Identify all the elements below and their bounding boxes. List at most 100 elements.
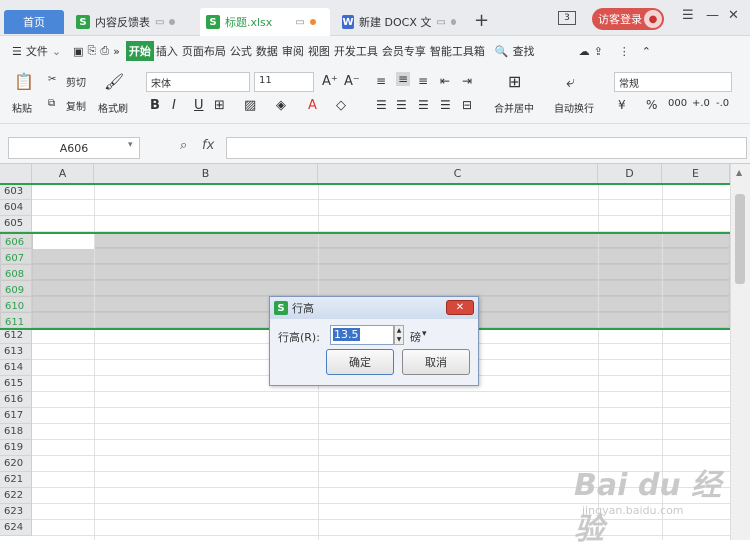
row-header[interactable]: 612 bbox=[0, 328, 32, 344]
row-header[interactable]: 608 bbox=[0, 264, 32, 280]
row-header[interactable]: 624 bbox=[0, 520, 32, 536]
paste-button[interactable]: 粘贴 bbox=[12, 100, 32, 115]
row-header[interactable]: 622 bbox=[0, 488, 32, 504]
menu-smart-tools[interactable]: 智能工具箱 bbox=[428, 43, 487, 59]
table-row[interactable] bbox=[32, 216, 730, 232]
currency-icon[interactable]: ¥ bbox=[618, 98, 626, 112]
font-size-select[interactable]: 11 bbox=[254, 72, 314, 92]
col-header-d[interactable]: D bbox=[598, 164, 662, 184]
row-header[interactable]: 603 bbox=[0, 184, 32, 200]
font-family-select[interactable]: 宋体 bbox=[146, 72, 250, 92]
menu-icon[interactable]: ☰ bbox=[682, 8, 694, 23]
clear-icon[interactable]: ◇ bbox=[336, 98, 346, 113]
menu-view[interactable]: 视图 bbox=[306, 43, 332, 59]
row-header[interactable]: 623 bbox=[0, 504, 32, 520]
copy-button[interactable]: 复制 bbox=[66, 98, 86, 113]
menu-insert[interactable]: 插入 bbox=[154, 43, 180, 59]
table-row[interactable] bbox=[32, 200, 730, 216]
row-height-spinner[interactable]: ▲ ▼ bbox=[394, 325, 404, 345]
decrease-font-icon[interactable]: A⁻ bbox=[344, 74, 360, 89]
cell-style-icon[interactable]: ▨ bbox=[244, 98, 256, 113]
menu-formula[interactable]: 公式 bbox=[228, 43, 254, 59]
table-row[interactable] bbox=[32, 392, 730, 408]
align-top-icon[interactable]: ≡ bbox=[376, 74, 386, 88]
underline-icon[interactable]: U bbox=[194, 98, 204, 113]
menu-page-layout[interactable]: 页面布局 bbox=[180, 43, 228, 59]
table-row[interactable] bbox=[32, 408, 730, 424]
chevron-down-icon[interactable]: ⌄ bbox=[50, 45, 63, 58]
menu-data[interactable]: 数据 bbox=[254, 43, 280, 59]
indent-decrease-icon[interactable]: ⇤ bbox=[440, 74, 450, 88]
paste-icon[interactable]: 📋 bbox=[14, 72, 34, 91]
col-header-a[interactable]: A bbox=[32, 164, 94, 184]
row-header[interactable]: 614 bbox=[0, 360, 32, 376]
cloud-icon[interactable]: ☁ bbox=[577, 45, 592, 58]
align-center-icon[interactable]: ☰ bbox=[396, 98, 407, 112]
unit-select[interactable]: 磅 bbox=[410, 329, 421, 345]
copy-icon[interactable]: ⧉ bbox=[48, 98, 55, 109]
row-header[interactable]: 620 bbox=[0, 456, 32, 472]
tab-new-docx[interactable]: W 新建 DOCX 文 ▭ bbox=[336, 8, 462, 36]
tab-content-feedback[interactable]: S 内容反馈表 ▭ bbox=[70, 8, 194, 36]
align-left-icon[interactable]: ☰ bbox=[376, 98, 387, 112]
font-color-icon[interactable]: A bbox=[308, 98, 317, 113]
row-header[interactable]: 606 bbox=[0, 232, 32, 248]
scroll-thumb[interactable] bbox=[735, 194, 745, 284]
distribute-icon[interactable]: ⊟ bbox=[462, 98, 472, 112]
row-height-input[interactable]: 13.5 bbox=[330, 325, 394, 345]
row-header[interactable]: 611 bbox=[0, 312, 32, 328]
menu-icon[interactable]: ☰ bbox=[10, 45, 24, 58]
menu-member[interactable]: 会员专享 bbox=[380, 43, 428, 59]
wrap-text-button[interactable]: 自动换行 bbox=[554, 100, 594, 115]
row-header[interactable]: 617 bbox=[0, 408, 32, 424]
menu-review[interactable]: 审阅 bbox=[280, 43, 306, 59]
row-header[interactable]: 604 bbox=[0, 200, 32, 216]
more-vertical-icon[interactable]: ⋮ bbox=[617, 45, 632, 58]
col-header-b[interactable]: B bbox=[94, 164, 318, 184]
search-icon[interactable]: 🔍 bbox=[493, 45, 511, 58]
name-box[interactable]: A606 bbox=[8, 137, 140, 159]
increase-decimal-icon[interactable]: +.0 bbox=[692, 98, 710, 109]
border-icon[interactable]: ⊞ bbox=[214, 98, 225, 113]
chevron-down-icon[interactable]: ▾ bbox=[422, 329, 427, 339]
row-header[interactable]: 605 bbox=[0, 216, 32, 232]
format-painter-icon[interactable]: 🖌 bbox=[104, 72, 124, 91]
align-bottom-icon[interactable]: ≡ bbox=[418, 74, 428, 88]
menu-home[interactable]: 开始 bbox=[125, 41, 154, 61]
tab-home[interactable]: 首页 bbox=[4, 10, 64, 34]
visitor-login-button[interactable]: 访客登录 ● bbox=[592, 8, 664, 30]
increase-font-icon[interactable]: A⁺ bbox=[322, 74, 338, 89]
cut-button[interactable]: 剪切 bbox=[66, 74, 86, 89]
ok-button[interactable]: 确定 bbox=[326, 349, 394, 375]
col-header-c[interactable]: C bbox=[318, 164, 598, 184]
corner-cell[interactable] bbox=[0, 164, 32, 184]
row-header[interactable]: 616 bbox=[0, 392, 32, 408]
table-row[interactable] bbox=[32, 440, 730, 456]
wrap-icon[interactable]: ⤶ bbox=[566, 72, 575, 92]
row-header[interactable]: 609 bbox=[0, 280, 32, 296]
table-row[interactable] bbox=[32, 280, 730, 296]
align-middle-icon[interactable]: ≡ bbox=[396, 72, 411, 86]
merge-center-button[interactable]: 合并居中 bbox=[494, 100, 534, 115]
thousands-icon[interactable]: 000 bbox=[668, 98, 687, 109]
menu-file[interactable]: 文件 bbox=[24, 43, 50, 59]
percent-icon[interactable]: % bbox=[646, 98, 657, 112]
row-header[interactable]: 618 bbox=[0, 424, 32, 440]
formula-input[interactable] bbox=[226, 137, 747, 159]
number-format-select[interactable]: 常规 bbox=[614, 72, 732, 92]
chevron-down-icon[interactable]: ▾ bbox=[128, 140, 133, 150]
fx-icon[interactable]: fx bbox=[202, 138, 214, 153]
indent-increase-icon[interactable]: ⇥ bbox=[462, 74, 472, 88]
table-row[interactable] bbox=[32, 248, 730, 264]
merge-icon[interactable]: ⊞ bbox=[508, 72, 521, 91]
fill-color-icon[interactable]: ◈ bbox=[276, 98, 286, 113]
format-painter-button[interactable]: 格式刷 bbox=[98, 100, 128, 115]
print-icon[interactable]: ⎙ bbox=[98, 44, 111, 58]
menu-developer[interactable]: 开发工具 bbox=[332, 43, 380, 59]
table-row[interactable] bbox=[32, 232, 730, 248]
save-icon[interactable]: ▣ bbox=[71, 45, 85, 58]
active-cell[interactable] bbox=[33, 234, 94, 249]
table-row[interactable] bbox=[32, 264, 730, 280]
dialog-close-button[interactable]: ✕ bbox=[446, 300, 474, 315]
window-count-badge[interactable]: 3 bbox=[558, 11, 576, 25]
